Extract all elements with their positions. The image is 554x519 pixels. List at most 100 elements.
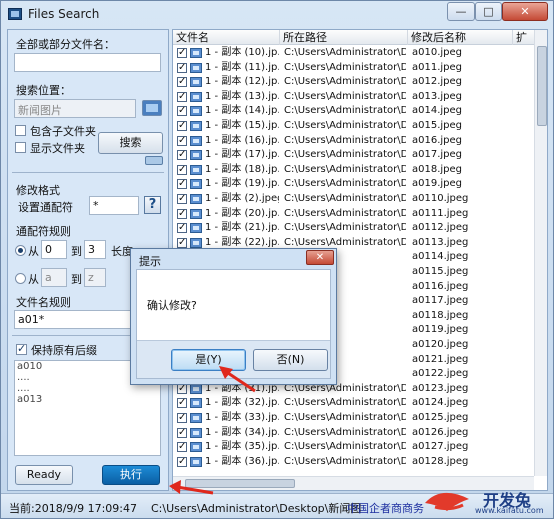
wildcard-input[interactable]: * bbox=[89, 196, 139, 215]
help-icon[interactable]: ? bbox=[144, 196, 161, 214]
to-input[interactable]: 3 bbox=[84, 240, 106, 259]
row-checkbox[interactable] bbox=[177, 192, 187, 206]
row-checkbox[interactable] bbox=[177, 75, 187, 89]
maximize-button[interactable]: □ bbox=[475, 2, 502, 21]
row-checkbox[interactable] bbox=[177, 90, 187, 104]
no-button[interactable]: 否(N) bbox=[253, 349, 328, 371]
cell-path: C:\Users\Administrator\De... bbox=[284, 134, 406, 146]
to2-input[interactable]: z bbox=[84, 268, 106, 287]
dialog-close-button[interactable]: ✕ bbox=[306, 250, 334, 265]
cell-newname: a0128.jpeg bbox=[412, 455, 469, 467]
keep-extension-checkbox[interactable] bbox=[16, 342, 27, 355]
cell-path: C:\Users\Administrator\De... bbox=[284, 397, 406, 409]
table-row[interactable]: 1 - 副本 (14).jp... C:\Users\Administrator\… bbox=[173, 104, 535, 119]
row-checkbox[interactable] bbox=[177, 221, 187, 235]
cell-filename: 1 - 副本 (35).jp... bbox=[205, 441, 279, 453]
search-button[interactable]: 搜索 bbox=[98, 132, 163, 154]
image-file-icon bbox=[190, 164, 202, 175]
table-row[interactable]: 1 - 副本 (36).jp... C:\Users\Administrator\… bbox=[173, 455, 535, 470]
table-row[interactable]: 1 - 副本 (15).jp... C:\Users\Administrator\… bbox=[173, 119, 535, 134]
row-checkbox[interactable] bbox=[177, 61, 187, 75]
table-row[interactable]: 1 - 副本 (33).jp... C:\Users\Administrator\… bbox=[173, 411, 535, 426]
range-letter-radio[interactable] bbox=[15, 273, 26, 284]
table-row[interactable]: 1 - 副本 (16).jp... C:\Users\Administrator\… bbox=[173, 134, 535, 149]
image-file-icon bbox=[190, 77, 202, 88]
row-checkbox[interactable] bbox=[177, 148, 187, 162]
row-checkbox[interactable] bbox=[177, 440, 187, 454]
show-folders-checkbox[interactable] bbox=[15, 142, 26, 153]
panel-toggle[interactable] bbox=[145, 156, 163, 165]
row-checkbox[interactable] bbox=[177, 411, 187, 425]
row-checkbox[interactable] bbox=[177, 163, 187, 177]
row-checkbox[interactable] bbox=[177, 382, 187, 396]
table-row[interactable]: 1 - 副本 (2).jpeg C:\Users\Administrator\De… bbox=[173, 192, 535, 207]
column-header-path[interactable]: 所在路径 bbox=[280, 30, 408, 45]
range-number-radio[interactable] bbox=[15, 245, 26, 256]
row-checkbox[interactable] bbox=[177, 134, 187, 148]
vertical-scrollbar[interactable] bbox=[534, 30, 547, 476]
row-checkbox[interactable] bbox=[177, 455, 187, 469]
watermark-url: www.kaifatu.com bbox=[475, 506, 544, 515]
ready-button[interactable]: Ready bbox=[15, 465, 73, 485]
row-checkbox[interactable] bbox=[177, 104, 187, 118]
table-row[interactable]: 1 - 副本 (18).jp... C:\Users\Administrator\… bbox=[173, 163, 535, 178]
annotation-arrow-icon bbox=[219, 366, 256, 393]
table-row[interactable]: 1 - 副本 (32).jp... C:\Users\Administrator\… bbox=[173, 396, 535, 411]
minimize-button[interactable]: — bbox=[447, 2, 475, 21]
table-row[interactable]: 1 - 副本 (11).jp... C:\Users\Administrator\… bbox=[173, 61, 535, 76]
cell-path: C:\Users\Administrator\De... bbox=[284, 120, 406, 131]
column-header-filename[interactable]: 文件名 bbox=[173, 30, 280, 45]
row-checkbox[interactable] bbox=[177, 119, 187, 133]
table-row[interactable]: 1 - 副本 (13).jp... C:\Users\Administrator\… bbox=[173, 90, 535, 105]
cell-path: C:\Users\Administrator\De... bbox=[284, 455, 406, 467]
cell-newname: a0121.jpeg bbox=[412, 353, 469, 365]
table-row[interactable]: 1 - 副本 (10).jp... C:\Users\Administrator\… bbox=[173, 46, 535, 61]
row-checkbox[interactable] bbox=[177, 426, 187, 440]
wildcard-label: 设置通配符 bbox=[18, 201, 73, 214]
title-bar: Files Search — □ ✕ bbox=[1, 1, 553, 28]
cell-newname: a0120.jpeg bbox=[412, 339, 469, 350]
cell-filename: 1 - 副本 (36).jp... bbox=[205, 455, 279, 467]
row-checkbox[interactable] bbox=[177, 396, 187, 410]
image-file-icon bbox=[190, 121, 202, 131]
cell-newname: a0123.jpeg bbox=[412, 382, 469, 394]
cell-newname: a0112.jpeg bbox=[412, 222, 469, 234]
cell-newname: a0115.jpeg bbox=[412, 266, 469, 277]
table-row[interactable]: 1 - 副本 (20).jp... C:\Users\Administrator\… bbox=[173, 207, 535, 222]
table-row[interactable]: 1 - 副本 (19).jp... C:\Users\Administrator\… bbox=[173, 177, 535, 192]
image-file-icon bbox=[190, 413, 202, 423]
image-file-icon bbox=[190, 179, 202, 190]
scroll-thumb[interactable] bbox=[537, 46, 547, 126]
divider bbox=[12, 172, 164, 173]
row-checkbox[interactable] bbox=[177, 236, 187, 250]
from-input[interactable]: 0 bbox=[41, 240, 67, 259]
image-file-icon bbox=[190, 62, 202, 73]
cell-newname: a0122.jpeg bbox=[412, 368, 469, 380]
cell-newname: a016.jpeg bbox=[412, 134, 463, 146]
show-folders-label: 显示文件夹 bbox=[30, 142, 85, 155]
row-checkbox[interactable] bbox=[177, 46, 187, 60]
close-button[interactable]: ✕ bbox=[502, 2, 548, 21]
column-header-newname[interactable]: 修改后名称 bbox=[408, 30, 513, 45]
table-row[interactable]: 1 - 副本 (34).jp... C:\Users\Administrator\… bbox=[173, 426, 535, 441]
cell-newname: a014.jpeg bbox=[412, 105, 463, 117]
cell-newname: a0124.jpeg bbox=[412, 397, 469, 409]
table-row[interactable]: 1 - 副本 (17).jp... C:\Users\Administrator\… bbox=[173, 148, 535, 163]
location-input[interactable]: 新闻图片 bbox=[14, 99, 136, 118]
filename-input[interactable] bbox=[14, 53, 161, 72]
from2-input[interactable]: a bbox=[41, 268, 67, 287]
image-file-icon bbox=[190, 237, 202, 248]
row-checkbox[interactable] bbox=[177, 177, 187, 191]
image-file-icon bbox=[190, 150, 202, 161]
annotation-arrow-icon bbox=[169, 480, 214, 495]
table-row[interactable]: 1 - 副本 (21).jp... C:\Users\Administrator\… bbox=[173, 221, 535, 236]
cell-filename: 1 - 副本 (20).jp... bbox=[205, 207, 279, 219]
table-row[interactable]: 1 - 副本 (35).jp... C:\Users\Administrator\… bbox=[173, 440, 535, 455]
table-row[interactable]: 1 - 副本 (12).jp... C:\Users\Administrator\… bbox=[173, 75, 535, 90]
folder-browse-icon[interactable] bbox=[142, 100, 162, 116]
include-subfolders-checkbox[interactable] bbox=[15, 125, 26, 136]
execute-button[interactable]: 执行 bbox=[102, 465, 160, 485]
watermark-overlay-text: 中国企者商商务 bbox=[347, 502, 424, 515]
keep-extension-label: 保持原有后缀 bbox=[31, 344, 97, 357]
row-checkbox[interactable] bbox=[177, 207, 187, 221]
